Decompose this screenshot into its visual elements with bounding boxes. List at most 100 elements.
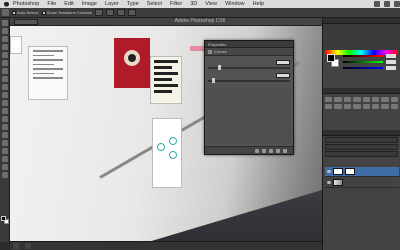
properties-panel[interactable]: Properties Curves (204, 40, 294, 155)
text-line (154, 72, 178, 75)
wifi-icon[interactable] (374, 1, 380, 7)
slider-knob[interactable] (212, 78, 215, 83)
clone-stamp-tool-icon[interactable] (1, 84, 8, 90)
timeline-tab[interactable] (25, 243, 31, 249)
move-tool-icon[interactable] (1, 20, 8, 26)
panel-tab-label[interactable]: Curves (214, 49, 227, 54)
exposure-icon[interactable] (353, 97, 361, 102)
quick-select-tool-icon[interactable] (1, 44, 8, 50)
menu-help[interactable]: Help (253, 0, 264, 8)
threshold-icon[interactable] (371, 104, 380, 109)
selective-color-icon[interactable] (390, 104, 398, 109)
path-select-tool-icon[interactable] (1, 148, 8, 154)
arrange-button[interactable] (116, 9, 125, 16)
mini-bridge-tab[interactable] (13, 243, 19, 249)
menu-file[interactable]: File (47, 0, 56, 8)
red-value-field[interactable] (386, 54, 396, 58)
property-slider[interactable] (208, 65, 290, 70)
layer-row-adjustment[interactable] (325, 167, 399, 177)
dodge-tool-icon[interactable] (1, 124, 8, 130)
transform-controls-checkbox[interactable]: Show Transform Controls (41, 10, 92, 15)
menu-photoshop[interactable]: Photoshop (13, 0, 39, 8)
red-slider[interactable] (343, 55, 383, 57)
menu-layer[interactable]: Layer (105, 0, 119, 8)
text-line (33, 63, 54, 65)
lock-controls[interactable] (325, 151, 398, 157)
blur-tool-icon[interactable] (1, 116, 8, 122)
menu-image[interactable]: Image (82, 0, 97, 8)
gradient-map-icon[interactable] (381, 104, 389, 109)
menu-3d[interactable]: 3D (190, 0, 197, 8)
posterize-icon[interactable] (362, 104, 370, 109)
menu-window[interactable]: Window (225, 0, 245, 8)
curves-icon[interactable] (343, 97, 352, 102)
property-slider[interactable] (208, 78, 290, 83)
menu-type[interactable]: Type (127, 0, 139, 8)
photo-filter-icon[interactable] (325, 104, 333, 109)
channel-mixer-icon[interactable] (334, 104, 342, 109)
apple-icon[interactable] (3, 1, 9, 7)
hand-tool-icon[interactable] (1, 164, 8, 170)
levels-icon[interactable] (334, 97, 342, 102)
healing-brush-tool-icon[interactable] (1, 68, 8, 74)
layers-panel-header[interactable] (323, 130, 400, 136)
property-value-field[interactable] (276, 60, 290, 65)
eye-icon[interactable] (327, 170, 331, 173)
blue-value-field[interactable] (386, 66, 396, 70)
move-tool-icon[interactable] (2, 9, 9, 16)
foreground-color-swatch[interactable] (327, 54, 335, 62)
spotlight-icon[interactable] (394, 1, 400, 7)
eyedropper-tool-icon[interactable] (1, 60, 8, 66)
mode-3d-button[interactable] (127, 9, 136, 16)
align-button[interactable] (94, 9, 103, 16)
property-value-field[interactable] (276, 73, 290, 78)
blue-slider[interactable] (343, 67, 383, 69)
distribute-button[interactable] (105, 9, 114, 16)
color-balance-icon[interactable] (381, 97, 389, 102)
view-previous-icon[interactable] (262, 148, 266, 153)
brightness-icon[interactable] (325, 97, 333, 102)
zoom-tool-icon[interactable] (1, 172, 8, 178)
auto-select-label: Auto-Select: (17, 10, 39, 15)
color-lookup-icon[interactable] (343, 104, 352, 109)
visibility-icon[interactable] (276, 148, 280, 153)
panel-footer (205, 146, 293, 154)
trash-icon[interactable] (283, 148, 287, 153)
eraser-tool-icon[interactable] (1, 100, 8, 106)
crop-tool-icon[interactable] (1, 52, 8, 58)
green-slider[interactable] (343, 61, 383, 63)
foreground-color-swatch[interactable] (1, 216, 6, 221)
panel-title[interactable]: Properties (205, 41, 293, 48)
slider-knob[interactable] (218, 65, 221, 70)
document-tab[interactable] (14, 19, 38, 25)
blend-mode-select[interactable] (325, 144, 398, 150)
green-value-field[interactable] (386, 60, 396, 64)
reset-icon[interactable] (269, 148, 273, 153)
poster-red (114, 38, 150, 88)
eye-icon[interactable] (327, 181, 331, 184)
history-brush-tool-icon[interactable] (1, 92, 8, 98)
vibrance-icon[interactable] (362, 97, 370, 102)
menu-select[interactable]: Select (147, 0, 162, 8)
invert-icon[interactable] (353, 104, 361, 109)
pen-tool-icon[interactable] (1, 132, 8, 138)
marquee-tool-icon[interactable] (1, 28, 8, 34)
layer-filter-bar[interactable] (325, 137, 398, 143)
checkbox-icon (12, 10, 16, 15)
menu-view[interactable]: View (205, 0, 217, 8)
text-line (33, 72, 54, 74)
brush-tool-icon[interactable] (1, 76, 8, 82)
color-panel-header[interactable] (323, 18, 400, 24)
lasso-tool-icon[interactable] (1, 36, 8, 42)
layer-row-background[interactable] (325, 178, 399, 188)
hue-saturation-icon[interactable] (371, 97, 380, 102)
menu-filter[interactable]: Filter (170, 0, 182, 8)
clip-icon[interactable] (255, 148, 259, 153)
shape-tool-icon[interactable] (1, 156, 8, 162)
type-tool-icon[interactable] (1, 140, 8, 146)
gradient-tool-icon[interactable] (1, 108, 8, 114)
auto-select-checkbox[interactable]: Auto-Select: (12, 10, 39, 15)
menu-edit[interactable]: Edit (64, 0, 73, 8)
battery-icon[interactable] (384, 1, 390, 7)
black-white-icon[interactable] (390, 97, 398, 102)
